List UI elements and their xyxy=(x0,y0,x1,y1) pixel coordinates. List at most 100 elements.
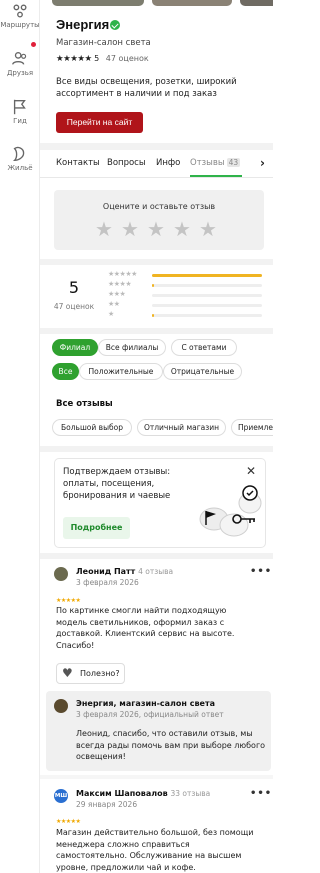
review-author[interactable]: Леонид Патт 4 отзыва xyxy=(76,567,173,576)
rating-count: 47 оценок xyxy=(105,54,149,63)
tag-chip[interactable]: Большой выбор xyxy=(52,419,132,436)
review-stars: ★★★★★ xyxy=(56,818,81,825)
distribution-bar-fill xyxy=(152,274,262,277)
tag-chip[interactable]: Отличный магазин xyxy=(137,419,226,436)
rate-star-1-icon[interactable]: ★ xyxy=(95,219,115,239)
distribution-row: ★★ xyxy=(108,300,268,310)
rail-guide-label: Гид xyxy=(13,117,27,125)
distribution-bar-fill xyxy=(152,284,155,287)
filter-positive[interactable]: Положительные xyxy=(79,363,163,380)
more-options-icon[interactable]: ••• xyxy=(250,788,272,799)
rail-routes-label: Маршруты xyxy=(0,21,40,29)
rate-star-5-icon[interactable]: ★ xyxy=(199,219,219,239)
review-author-count: 4 отзыва xyxy=(138,567,174,576)
distribution-stars: ★★★★ xyxy=(108,280,132,288)
all-reviews-heading: Все отзывы xyxy=(56,399,113,409)
distribution-row: ★★★★ xyxy=(108,280,268,290)
distribution-bar xyxy=(152,294,262,297)
tab-reviews-count: 43 xyxy=(226,158,241,167)
rate-card: Оцените и оставьте отзыв ★ ★ ★ ★ ★ xyxy=(54,190,264,250)
rate-star-4-icon[interactable]: ★ xyxy=(173,219,193,239)
distribution-stars: ★ xyxy=(108,310,114,318)
photo-thumb[interactable] xyxy=(52,0,144,6)
review-author-count: 33 отзыва xyxy=(170,789,211,798)
route-icon xyxy=(13,4,27,18)
avatar[interactable] xyxy=(54,567,68,581)
rate-star-2-icon[interactable]: ★ xyxy=(121,219,141,239)
owner-reply-date: 3 февраля 2026, официальный ответ xyxy=(76,710,224,719)
photo-thumb[interactable] xyxy=(240,0,273,6)
place-title: Энергия xyxy=(56,17,110,32)
distribution-bar-fill xyxy=(152,314,155,317)
friends-icon xyxy=(12,52,27,65)
distribution-stars: ★★★ xyxy=(108,290,126,298)
big-rating: 5 xyxy=(68,278,80,297)
distribution-row: ★ xyxy=(108,310,268,320)
filter-negative[interactable]: Отрицательные xyxy=(163,363,242,380)
owner-name[interactable]: Энергия, магазин-салон света xyxy=(76,699,215,708)
filter-branch[interactable]: Филиал xyxy=(52,339,98,356)
notification-dot xyxy=(31,42,36,47)
review-author[interactable]: Максим Шаповалов 33 отзыва xyxy=(76,789,210,798)
tab-info[interactable]: Инфо xyxy=(156,158,180,168)
tab-reviews[interactable]: Отзывы 43 xyxy=(190,158,241,168)
section-divider xyxy=(40,259,273,265)
distribution-bar xyxy=(152,314,262,317)
distribution-row: ★★★★★ xyxy=(108,270,268,280)
place-panel: Энергия Магазин-салон света ★★★★★ 5 47 о… xyxy=(40,0,273,873)
photo-thumb[interactable] xyxy=(152,0,232,6)
place-tabs: Контакты Вопросы Инфо Отзывы 43 › xyxy=(40,150,273,178)
distribution-stars: ★★★★★ xyxy=(108,270,137,278)
section-divider xyxy=(40,775,273,779)
more-options-icon[interactable]: ••• xyxy=(250,566,272,577)
avatar[interactable]: МШ xyxy=(54,789,68,803)
heart-icon: ♥ xyxy=(62,666,73,680)
section-divider xyxy=(40,446,273,452)
guide-flag-icon xyxy=(13,99,26,115)
rail-friends[interactable]: Друзья xyxy=(0,50,40,77)
rail-housing-label: Жильё xyxy=(7,164,33,172)
verified-check-icon xyxy=(110,20,120,30)
rail-friends-label: Друзья xyxy=(6,69,34,77)
promo-more-button[interactable]: Подробнее xyxy=(63,517,130,539)
verification-promo-card: Подтверждаем отзывы: оплаты, посещения, … xyxy=(54,458,266,548)
housing-icon xyxy=(12,146,25,161)
rail-routes[interactable]: Маршруты xyxy=(0,2,40,29)
useful-button[interactable]: ♥ Полезно? xyxy=(56,663,125,684)
rate-star-3-icon[interactable]: ★ xyxy=(147,219,167,239)
rating-stars: ★★★★★ xyxy=(56,54,92,64)
tabs-next-arrow-icon[interactable]: › xyxy=(260,156,265,170)
review-stars: ★★★★★ xyxy=(56,597,81,604)
filter-with-answers[interactable]: С ответами xyxy=(171,339,237,356)
section-divider xyxy=(40,143,273,150)
tab-contacts[interactable]: Контакты xyxy=(56,158,100,168)
tab-reviews-label: Отзывы xyxy=(190,158,225,168)
place-description: Все виды освещения, розетки, широкий асс… xyxy=(56,77,237,99)
distribution-row: ★★★ xyxy=(108,290,268,300)
rate-title: Оцените и оставьте отзыв xyxy=(102,202,216,211)
promo-illustration xyxy=(199,485,262,537)
left-rail: Маршруты Друзья Гид Жильё xyxy=(0,0,40,873)
review-text: По картинке смогли найти подходящую моде… xyxy=(56,606,235,650)
owner-avatar xyxy=(54,699,68,713)
section-divider xyxy=(40,328,273,334)
photo-strip[interactable] xyxy=(40,0,273,6)
rail-housing[interactable]: Жильё xyxy=(0,145,40,172)
review-date: 29 января 2026 xyxy=(76,800,138,809)
useful-label: Полезно? xyxy=(80,669,120,678)
active-tab-indicator xyxy=(190,175,242,177)
review-author-name: Максим Шаповалов xyxy=(76,789,168,798)
filter-all[interactable]: Все xyxy=(52,363,79,380)
section-divider xyxy=(40,553,273,559)
tab-questions[interactable]: Вопросы xyxy=(107,158,146,168)
review-date: 3 февраля 2026 xyxy=(76,578,139,587)
review-author-name: Леонид Патт xyxy=(76,567,136,576)
distribution-bar xyxy=(152,274,262,277)
place-category: Магазин-салон света xyxy=(56,38,151,48)
filter-all-branches[interactable]: Все филиалы xyxy=(98,339,166,356)
go-to-site-button[interactable]: Перейти на сайт xyxy=(56,112,143,133)
distribution-stars: ★★ xyxy=(108,300,120,308)
tag-chip[interactable]: Приемле xyxy=(231,419,273,436)
rail-guide[interactable]: Гид xyxy=(0,98,40,125)
rating-summary[interactable]: ★★★★★ 5 47 оценок xyxy=(56,54,149,64)
